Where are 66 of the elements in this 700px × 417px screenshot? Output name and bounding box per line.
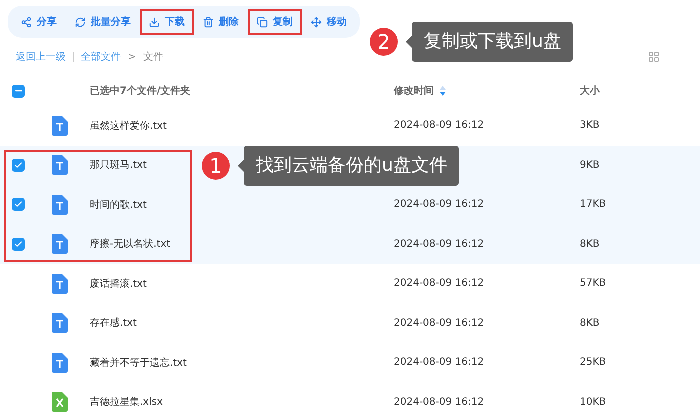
check-icon xyxy=(14,200,23,210)
copy-icon xyxy=(257,16,268,28)
text-file-icon xyxy=(52,313,68,334)
check-icon xyxy=(14,240,23,249)
callout-tooltip: 复制或下载到u盘 xyxy=(412,22,574,62)
tooltip-pointer xyxy=(406,36,412,48)
column-header[interactable]: 大小 xyxy=(580,84,700,98)
move-icon xyxy=(311,16,322,28)
check-icon xyxy=(14,160,23,170)
file-size: 3KB xyxy=(580,120,601,132)
download-icon xyxy=(149,16,160,28)
back-link[interactable]: 返回上一级 xyxy=(16,50,66,64)
file-name: 藏着并不等于遗忘.txt xyxy=(90,356,187,370)
file-name: 那只斑马.txt xyxy=(90,158,147,172)
file-size: 25KB xyxy=(580,357,608,368)
breadcrumb-separator: > xyxy=(128,52,136,62)
callout-tooltip: 找到云端备份的u盘文件 xyxy=(244,146,460,186)
grid-view-icon[interactable] xyxy=(648,51,660,63)
text-file-icon xyxy=(52,234,68,254)
file-name: 存在感.txt xyxy=(90,316,137,330)
text-file-icon xyxy=(52,155,68,176)
file-size: 8KB xyxy=(580,318,601,329)
row-checkbox[interactable] xyxy=(12,158,25,172)
file-size: 10KB xyxy=(580,396,608,408)
breadcrumb-current: 文件 xyxy=(143,50,164,64)
tooltip-pointer xyxy=(238,160,244,172)
step-badge: 2 xyxy=(370,28,398,56)
modified-time: 2024-08-09 16:12 xyxy=(394,199,486,210)
text-file-icon xyxy=(52,274,68,294)
file-size: 9KB xyxy=(580,160,601,171)
text-file-icon xyxy=(52,194,68,215)
file-name: 时间的歌.txt xyxy=(90,198,147,212)
sort-icon[interactable] xyxy=(440,86,446,96)
file-name: 吉德拉星集.xlsx xyxy=(90,396,164,410)
file-row[interactable]: 摩擦-无以名状.txt 2024-08-09 16:12 8KB xyxy=(0,224,700,264)
file-row[interactable]: 时间的歌.txt 2024-08-09 16:12 17KB xyxy=(0,185,700,224)
modified-time: 2024-08-09 16:12 xyxy=(394,238,486,250)
copy-button[interactable]: 复制 xyxy=(248,9,302,35)
spreadsheet-file-icon xyxy=(52,392,68,412)
select-all-checkbox[interactable] xyxy=(12,84,25,98)
row-checkbox[interactable] xyxy=(12,198,25,212)
modified-time: 2024-08-09 16:12 xyxy=(394,396,486,408)
selection-count: 已选中7个文件/文件夹 xyxy=(90,84,192,98)
file-name: 虽然这样爱你.txt xyxy=(90,120,167,133)
trash-icon xyxy=(203,16,214,28)
file-size: 8KB xyxy=(580,238,601,250)
share-icon xyxy=(21,16,32,28)
file-name: 废话摇滚.txt xyxy=(90,278,147,291)
modified-time: 2024-08-09 16:12 xyxy=(394,357,486,368)
refresh-icon xyxy=(75,16,86,28)
modified-time: 2024-08-09 16:12 xyxy=(394,120,486,132)
text-file-icon xyxy=(52,352,68,373)
share-button[interactable]: 分享 xyxy=(12,9,66,35)
column-header[interactable]: 修改时间 xyxy=(394,84,580,98)
row-checkbox[interactable] xyxy=(12,238,25,251)
move-button[interactable]: 移动 xyxy=(302,9,356,35)
breadcrumb-link[interactable]: 全部文件 xyxy=(81,50,121,64)
file-size: 57KB xyxy=(580,278,608,290)
file-size: 17KB xyxy=(580,199,608,210)
text-file-icon xyxy=(52,116,68,136)
delete-button[interactable]: 删除 xyxy=(194,9,248,35)
batch-share-button[interactable]: 批量分享 xyxy=(66,9,140,35)
modified-time: 2024-08-09 16:12 xyxy=(394,318,486,329)
download-button[interactable]: 下载 xyxy=(140,9,194,35)
file-name: 摩擦-无以名状.txt xyxy=(90,238,171,252)
modified-time: 2024-08-09 16:12 xyxy=(394,278,486,290)
